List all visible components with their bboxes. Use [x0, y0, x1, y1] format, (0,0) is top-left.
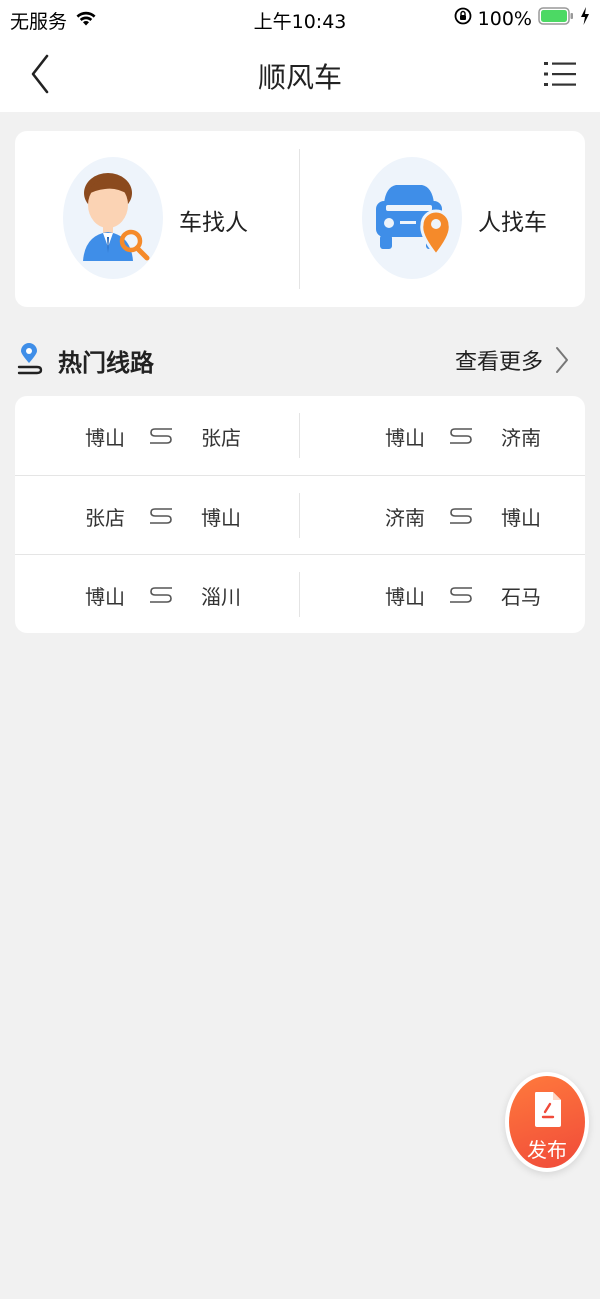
route-swap-icon — [450, 587, 472, 603]
battery-icon — [538, 7, 574, 30]
route-item[interactable]: 博山 济南 — [315, 396, 585, 475]
route-to: 淄川 — [201, 585, 241, 609]
document-edit-icon — [535, 1092, 561, 1127]
route-item[interactable]: 博山 淄川 — [15, 555, 299, 633]
route-swap-icon — [450, 428, 472, 444]
people-find-car-avatar — [362, 157, 462, 279]
route-divider — [299, 572, 300, 617]
route-item[interactable]: 博山 张店 — [15, 396, 299, 475]
car-find-people-button[interactable]: 车找人 — [63, 157, 323, 281]
chevron-right-icon — [556, 347, 568, 373]
view-more-link[interactable]: 查看更多 — [455, 344, 569, 376]
route-to: 石马 — [501, 585, 541, 609]
route-divider — [299, 413, 300, 458]
view-more-label: 查看更多 — [454, 350, 543, 375]
ride-type-card: 车找人 人找车 — [15, 131, 585, 307]
status-right: 100% — [448, 7, 590, 30]
route-from: 博山 — [85, 585, 125, 609]
route-from: 济南 — [385, 506, 425, 530]
route-row: 张店 博山 济南 博山 — [15, 475, 585, 555]
publish-label: 发布 — [527, 1138, 567, 1162]
battery-percent: 100% — [477, 7, 532, 30]
people-find-car-button[interactable]: 人找车 — [362, 157, 600, 281]
route-swap-icon — [150, 587, 172, 603]
route-from: 张店 — [85, 506, 125, 530]
route-swap-icon — [150, 428, 172, 444]
route-divider — [299, 493, 300, 538]
publish-button-face: 发布 — [509, 1076, 585, 1168]
route-from: 博山 — [385, 585, 425, 609]
route-from: 博山 — [85, 426, 125, 450]
route-to: 博山 — [201, 506, 241, 530]
route-swap-icon — [150, 508, 172, 524]
route-row: 博山 淄川 博山 石马 — [15, 554, 585, 633]
page-title: 顺风车 — [257, 61, 342, 94]
route-to: 济南 — [501, 426, 541, 450]
people-find-car-label: 人找车 — [478, 210, 547, 236]
orientation-lock-icon — [454, 7, 472, 30]
nav-bar: 顺风车 — [0, 38, 600, 112]
route-item[interactable]: 张店 博山 — [15, 476, 299, 555]
hot-routes-title: 热门线路 — [58, 349, 154, 377]
route-row: 博山 张店 博山 济南 — [15, 396, 585, 475]
route-to: 张店 — [201, 426, 241, 450]
route-pin-icon — [15, 343, 43, 375]
route-to: 博山 — [501, 506, 541, 530]
car-find-people-avatar — [63, 157, 163, 279]
list-menu-icon — [544, 62, 576, 86]
route-swap-icon — [450, 508, 472, 524]
hot-routes-list: 博山 张店 博山 济南 张店 博山 济南 博山 博山 淄川 博山 石马 — [15, 396, 585, 633]
car-location-icon — [376, 185, 452, 258]
route-item[interactable]: 博山 石马 — [315, 555, 585, 633]
charging-icon — [580, 7, 590, 30]
status-bar: 无服务 上午10:43 100% — [0, 0, 600, 38]
menu-button[interactable] — [542, 56, 578, 92]
publish-button[interactable]: 发布 — [505, 1072, 589, 1172]
card-divider — [299, 149, 300, 289]
car-find-people-label: 车找人 — [179, 210, 248, 236]
route-from: 博山 — [385, 426, 425, 450]
route-item[interactable]: 济南 博山 — [315, 476, 585, 555]
person-search-icon — [83, 173, 150, 261]
hot-routes-header: 热门线路 查看更多 — [15, 337, 585, 381]
